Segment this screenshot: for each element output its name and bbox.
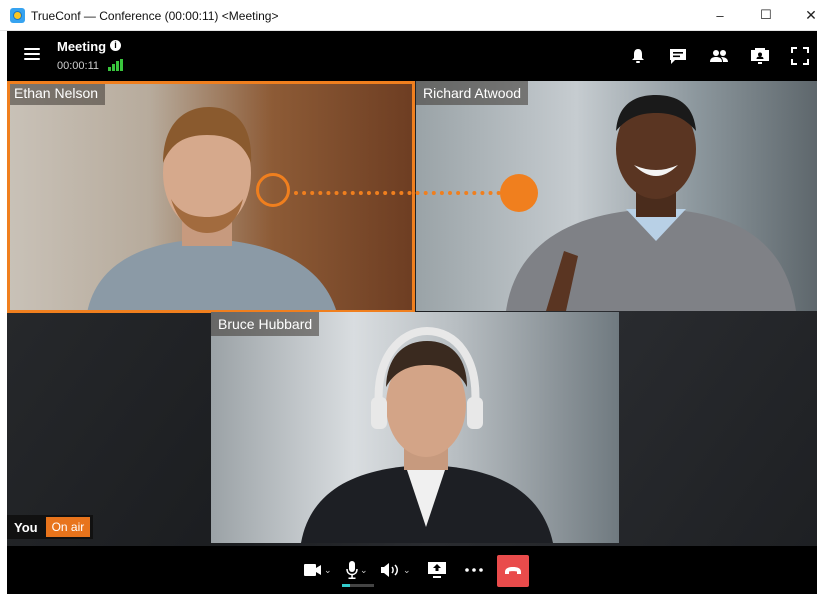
- chat-icon[interactable]: [667, 45, 689, 67]
- video-tile-ethan-nelson[interactable]: Ethan Nelson: [7, 81, 415, 313]
- maximize-button[interactable]: ☐: [743, 0, 789, 30]
- video-tile-bruce-hubbard[interactable]: Bruce Hubbard: [211, 312, 619, 543]
- close-window-button[interactable]: ✕: [788, 0, 817, 30]
- window-titlebar: TrueConf — Conference (00:00:11) <Meetin…: [0, 0, 817, 31]
- conference-app: Meeting i 00:00:11 Ethan Nelson Richard …: [7, 31, 817, 594]
- camera-icon: [304, 564, 321, 576]
- on-air-badge: On air: [45, 517, 91, 537]
- fullscreen-icon[interactable]: [789, 45, 811, 67]
- video-tile-richard-atwood[interactable]: Richard Atwood: [416, 81, 817, 311]
- bell-icon[interactable]: [627, 45, 649, 67]
- participant-name-label: Bruce Hubbard: [211, 312, 320, 336]
- signal-strength-icon: [108, 59, 123, 71]
- hang-up-button[interactable]: [497, 555, 529, 587]
- conference-topbar: Meeting i 00:00:11: [7, 31, 817, 81]
- speaker-dot-marker: [500, 174, 538, 212]
- more-button[interactable]: [465, 558, 483, 582]
- speaker-button[interactable]: ⌄: [381, 558, 411, 582]
- more-icon: [465, 568, 483, 572]
- microphone-button[interactable]: ⌄: [346, 558, 368, 582]
- video-stage: Ethan Nelson Richard Atwood Bruce Hubbar…: [7, 81, 817, 546]
- participants-icon[interactable]: [708, 45, 730, 67]
- call-controls-bar: ⌄ ⌄ ⌄: [7, 546, 817, 594]
- camera-options-chevron-icon[interactable]: ⌄: [324, 565, 332, 576]
- hamburger-menu-icon[interactable]: [24, 48, 40, 62]
- microphone-icon: [346, 561, 358, 579]
- speaker-link-dashed-line: [294, 191, 509, 195]
- participant-name-label: Richard Atwood: [416, 81, 529, 105]
- microphone-options-chevron-icon[interactable]: ⌄: [360, 565, 368, 576]
- window-title: TrueConf — Conference (00:00:11) <Meetin…: [31, 9, 279, 23]
- meeting-timer: 00:00:11: [57, 60, 100, 72]
- trueconf-logo-icon: [10, 8, 25, 23]
- content-share-icon[interactable]: [749, 45, 771, 67]
- speaker-ring-marker: [256, 173, 290, 207]
- self-name-label: You: [14, 519, 38, 535]
- meeting-title: Meeting: [57, 39, 107, 54]
- participant-video-bruce: [301, 327, 553, 543]
- share-screen-button[interactable]: [427, 558, 447, 582]
- speaker-icon: [381, 563, 398, 577]
- microphone-level-meter: [342, 584, 374, 587]
- camera-button[interactable]: ⌄: [304, 558, 332, 582]
- hang-up-icon: [505, 567, 521, 574]
- self-status-label: You On air: [7, 515, 94, 539]
- share-screen-icon: [428, 562, 446, 578]
- minimize-button[interactable]: –: [697, 0, 743, 30]
- speaker-options-chevron-icon[interactable]: ⌄: [403, 565, 411, 576]
- active-speaker-border: [7, 81, 415, 313]
- info-icon[interactable]: i: [110, 40, 121, 51]
